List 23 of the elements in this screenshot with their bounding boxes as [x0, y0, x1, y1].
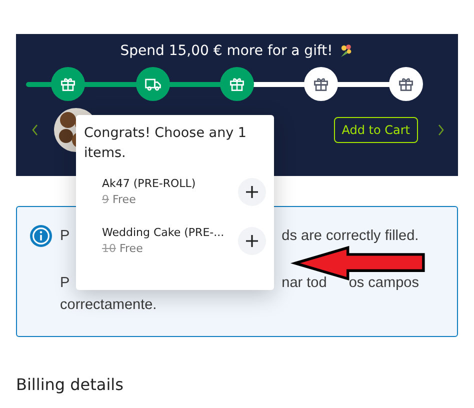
chevron-left-icon[interactable] [30, 122, 40, 138]
item-price: Free [112, 193, 136, 206]
info-icon [30, 225, 52, 247]
old-price: 9 [102, 193, 109, 206]
item-name: Ak47 (PRE-ROLL) [102, 177, 197, 190]
old-price: 10 [102, 242, 116, 255]
banner-title: Spend 15,00 € more for a gift! [120, 43, 333, 59]
add-to-cart-button[interactable]: Add to Cart [334, 117, 418, 143]
add-item-button[interactable] [238, 178, 266, 206]
notice-text: P [60, 274, 70, 293]
plus-icon [245, 234, 259, 248]
notice-text: nar tod [282, 274, 327, 293]
plus-icon [245, 184, 259, 198]
add-item-button[interactable] [238, 226, 266, 254]
notice-text: P [60, 227, 70, 246]
item-name: Wedding Cake (PRE-... [102, 226, 226, 239]
item-price: Free [120, 242, 143, 255]
section-title: Billing details [16, 375, 124, 394]
popup-heading: Congrats! Choose any 1 items. [84, 124, 248, 163]
notice-text: ds are correctly filled. [282, 227, 419, 246]
notice-text: correctamente. [60, 296, 157, 315]
chevron-right-icon[interactable] [436, 122, 446, 138]
notice-text: os campos [348, 274, 419, 293]
